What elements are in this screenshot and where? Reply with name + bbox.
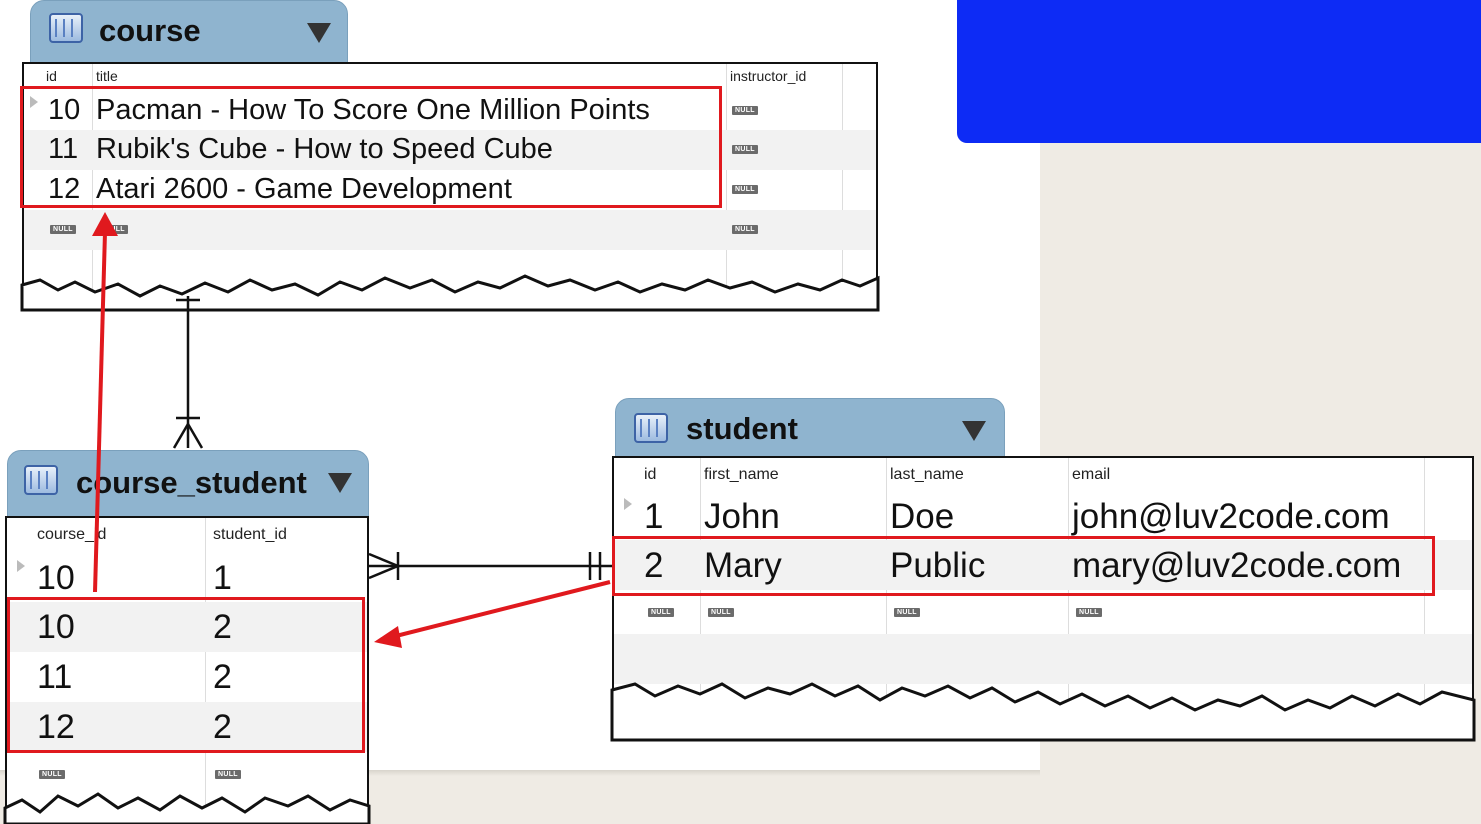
diagram-overlay bbox=[3, 212, 1476, 824]
relationship-course-coursestudent bbox=[172, 296, 204, 449]
torn-edge-course-student bbox=[3, 792, 371, 824]
red-arrow-to-course-student bbox=[374, 580, 611, 648]
torn-edge-course bbox=[20, 274, 880, 312]
torn-edge-student bbox=[610, 682, 1476, 742]
relationship-student-coursestudent bbox=[368, 552, 612, 580]
red-arrow-to-course bbox=[92, 212, 118, 593]
